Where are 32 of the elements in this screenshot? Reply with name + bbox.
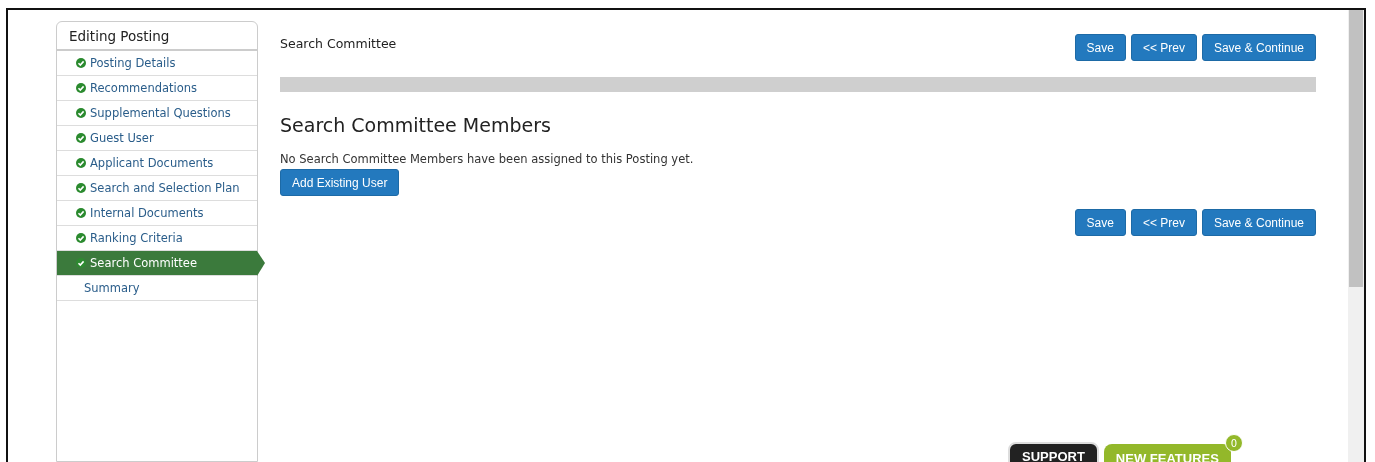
check-circle-icon [76,208,86,218]
check-circle-icon [76,158,86,168]
save-continue-button[interactable]: Save & Continue [1201,34,1316,61]
check-circle-icon [76,108,86,118]
page-title: Search Committee [280,36,397,51]
support-tab[interactable]: SUPPORT [1008,442,1099,462]
check-circle-icon [76,258,86,268]
add-user-button[interactable]: Add Existing User [280,169,400,196]
sidebar-item[interactable]: Search and Selection Plan [57,176,257,201]
sidebar-item[interactable]: Internal Documents [57,201,257,226]
check-circle-icon [76,233,86,243]
check-circle-icon [76,58,86,68]
sidebar-item[interactable]: Posting Details [57,51,257,76]
check-circle-icon [76,133,86,143]
sidebar-item[interactable]: Recommendations [57,76,257,101]
sidebar-item[interactable]: Applicant Documents [57,151,257,176]
check-circle-icon [76,83,86,93]
sidebar-item[interactable]: Summary [57,276,257,301]
count-badge: 0 [1224,434,1243,452]
sidebar-item[interactable]: Guest User [57,126,257,151]
save-continue-button[interactable]: Save & Continue [1201,209,1316,236]
check-circle-icon [76,183,86,193]
prev-button[interactable]: << Prev [1130,209,1197,236]
section-heading: Search Committee Members [280,114,552,136]
sidebar-title: Editing Posting [57,22,257,51]
save-button[interactable]: Save [1074,34,1126,61]
prev-button[interactable]: << Prev [1130,34,1197,61]
scrollbar-thumb[interactable] [1349,10,1363,287]
scrollbar[interactable] [1348,10,1364,462]
sidebar-item[interactable]: Supplemental Questions [57,101,257,126]
empty-message: No Search Committee Members have been assigned to this Posting yet. [280,152,695,166]
save-button[interactable]: Save [1074,209,1126,236]
